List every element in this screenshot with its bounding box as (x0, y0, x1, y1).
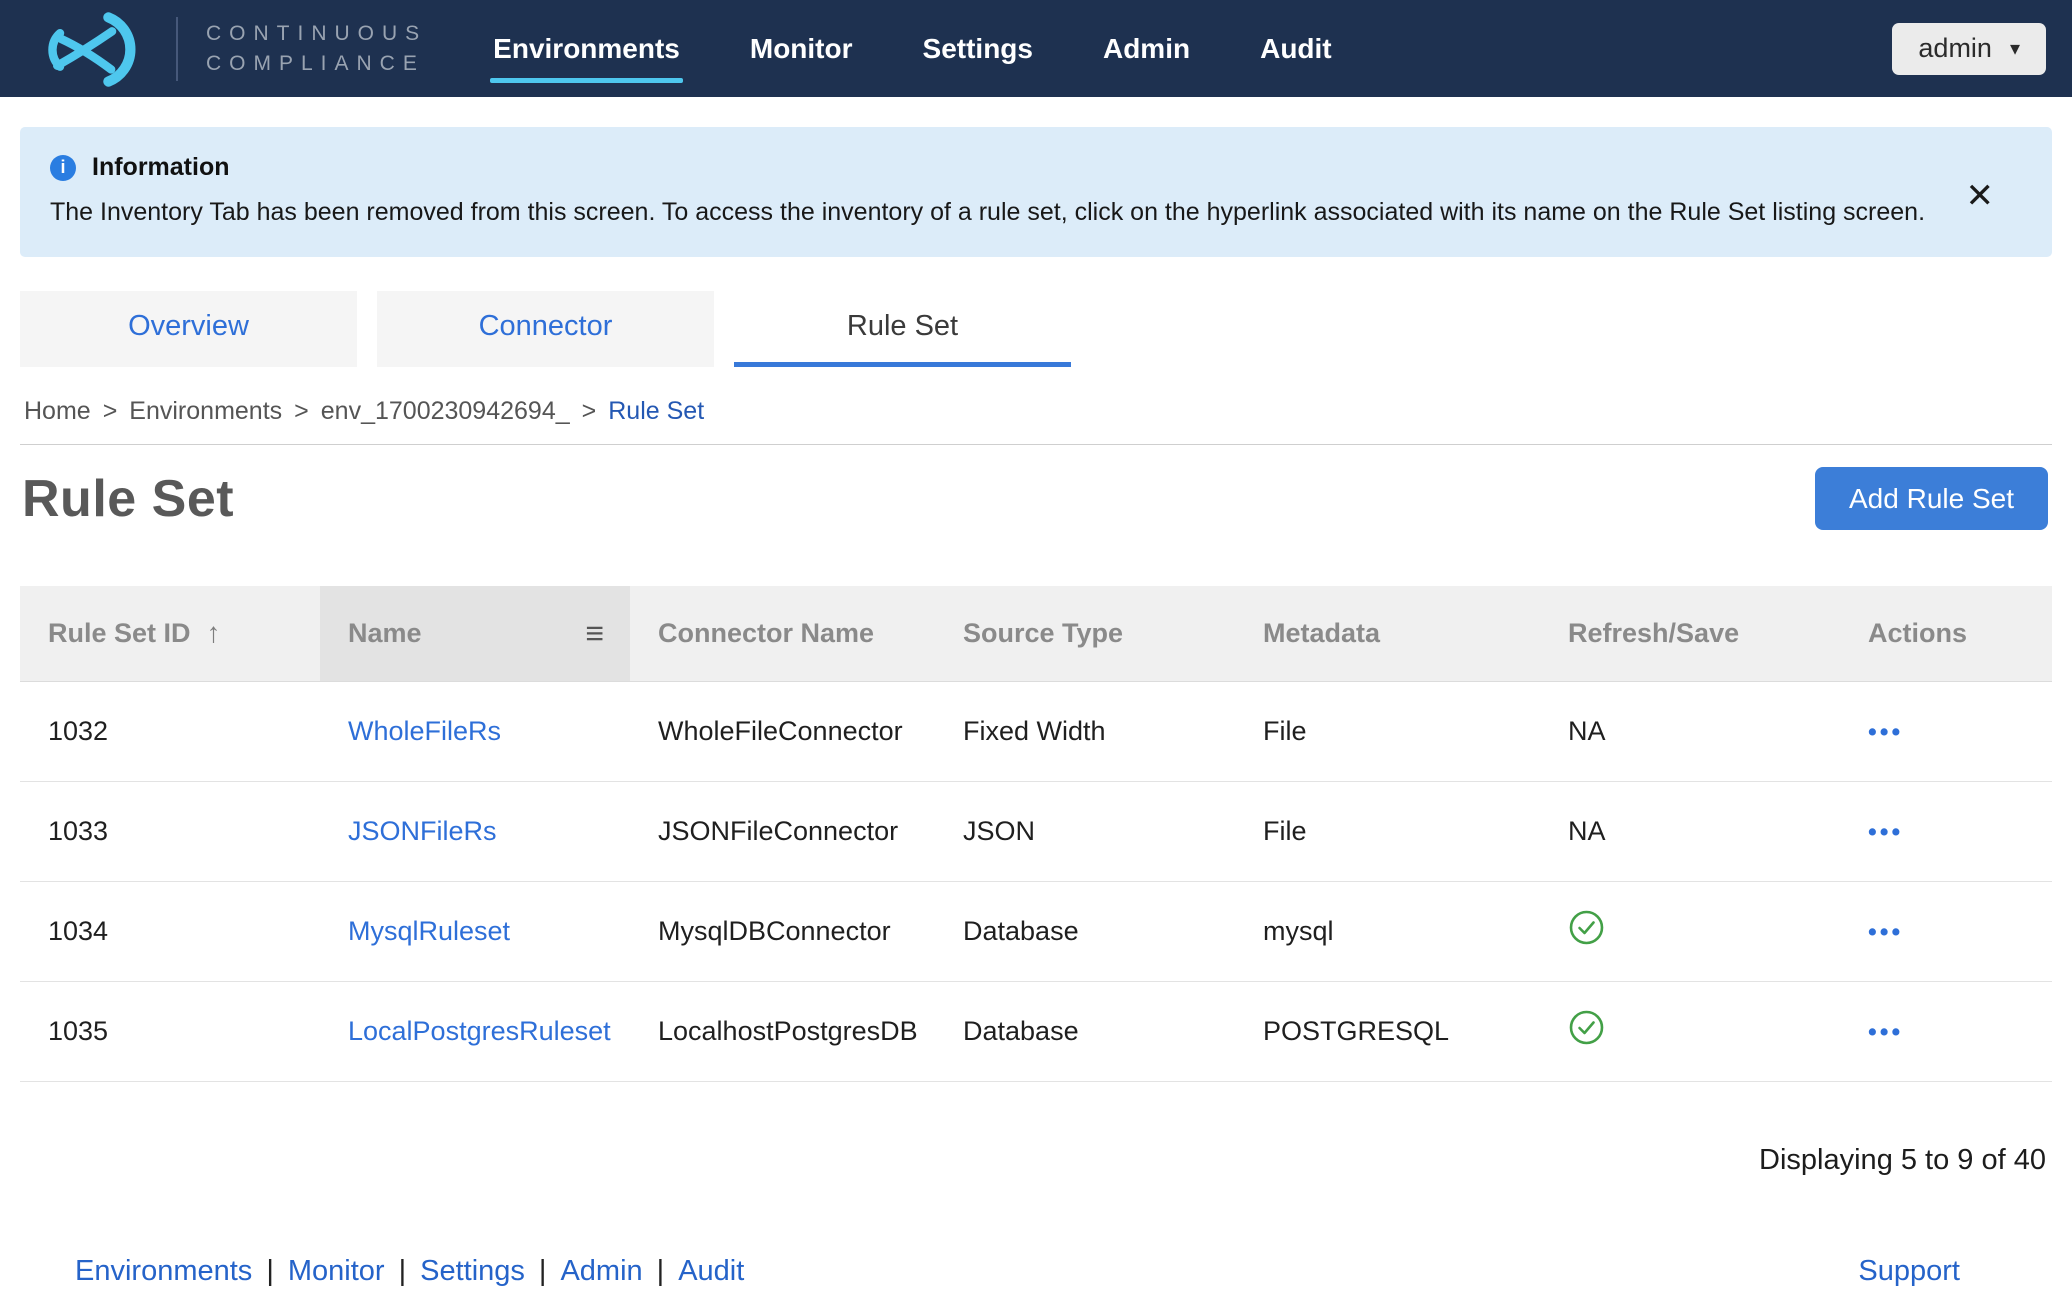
product-wordmark: CONTINUOUS COMPLIANCE (206, 19, 427, 78)
nav-item-audit[interactable]: Audit (1260, 29, 1332, 69)
user-menu-button[interactable]: admin ▾ (1892, 23, 2046, 75)
brand-divider (176, 17, 178, 81)
footer-link-monitor[interactable]: Monitor (288, 1255, 385, 1288)
user-menu-label: admin (1918, 33, 1992, 64)
environment-tabs: Overview Connector Rule Set (20, 291, 2052, 367)
row-actions-menu-icon[interactable]: ••• (1868, 918, 1903, 947)
table-row: 1035 LocalPostgresRuleset LocalhostPostg… (20, 981, 2052, 1081)
cell-connector-name: MysqlDBConnector (630, 881, 935, 981)
info-icon: i (50, 155, 76, 181)
check-circle-icon[interactable] (1568, 909, 1605, 946)
cell-source-type: JSON (935, 781, 1235, 881)
tab-rule-set[interactable]: Rule Set (734, 291, 1071, 367)
add-rule-set-button[interactable]: Add Rule Set (1815, 467, 2048, 530)
rule-set-name-link[interactable]: MysqlRuleset (348, 916, 510, 946)
footer-separator: | (399, 1255, 407, 1288)
footer-link-environments[interactable]: Environments (75, 1255, 252, 1288)
nav-item-admin[interactable]: Admin (1103, 29, 1190, 69)
table-row: 1033 JSONFileRs JSONFileConnector JSON F… (20, 781, 2052, 881)
cell-refresh-save: NA (1540, 681, 1840, 781)
breadcrumb-separator: > (103, 397, 118, 426)
support-link[interactable]: Support (1858, 1255, 1960, 1288)
table-row: 1032 WholeFileRs WholeFileConnector Fixe… (20, 681, 2052, 781)
nav-item-environments[interactable]: Environments (493, 29, 680, 69)
wordmark-line1: CONTINUOUS (206, 19, 427, 48)
cell-rule-set-id: 1034 (20, 881, 320, 981)
footer-separator: | (539, 1255, 547, 1288)
breadcrumb-separator: > (294, 397, 309, 426)
page-footer: Environments | Monitor | Settings | Admi… (0, 1255, 2072, 1288)
breadcrumb-separator: > (582, 397, 597, 426)
header-source-type[interactable]: Source Type (935, 586, 1235, 681)
header-name-label: Name (348, 618, 422, 649)
top-navbar: CONTINUOUS COMPLIANCE Environments Monit… (0, 0, 2072, 97)
breadcrumb-environments[interactable]: Environments (129, 397, 282, 426)
cell-metadata: File (1235, 681, 1540, 781)
cell-source-type: Fixed Width (935, 681, 1235, 781)
pagination-status: Displaying 5 to 9 of 40 (0, 1144, 2046, 1177)
header-connector-name[interactable]: Connector Name (630, 586, 935, 681)
cell-rule-set-id: 1033 (20, 781, 320, 881)
footer-link-audit[interactable]: Audit (678, 1255, 744, 1288)
rule-set-name-link[interactable]: JSONFileRs (348, 816, 497, 846)
cell-rule-set-id: 1035 (20, 981, 320, 1081)
header-metadata[interactable]: Metadata (1235, 586, 1540, 681)
row-actions-menu-icon[interactable]: ••• (1868, 1018, 1903, 1047)
tab-connector[interactable]: Connector (377, 291, 714, 367)
row-actions-menu-icon[interactable]: ••• (1868, 818, 1903, 847)
cell-refresh-save: NA (1540, 781, 1840, 881)
page-title: Rule Set (22, 469, 234, 529)
delphix-logo-icon (26, 9, 148, 89)
header-actions: Actions (1840, 586, 2052, 681)
cell-source-type: Database (935, 981, 1235, 1081)
header-rule-set-id[interactable]: Rule Set ID ↑ (20, 586, 320, 681)
brand-area: CONTINUOUS COMPLIANCE (26, 9, 427, 89)
cell-metadata: mysql (1235, 881, 1540, 981)
caret-down-icon: ▾ (2010, 36, 2020, 61)
footer-separator: | (266, 1255, 274, 1288)
cell-connector-name: LocalhostPostgresDB (630, 981, 935, 1081)
check-circle-icon[interactable] (1568, 1009, 1605, 1046)
breadcrumb-rule-set[interactable]: Rule Set (608, 397, 704, 426)
rule-set-table: Rule Set ID ↑ Name ≡ Connector Name Sour… (20, 586, 2052, 1082)
nav-item-monitor[interactable]: Monitor (750, 29, 853, 69)
cell-source-type: Database (935, 881, 1235, 981)
table-header-row: Rule Set ID ↑ Name ≡ Connector Name Sour… (20, 586, 2052, 681)
close-icon[interactable]: ✕ (1966, 179, 1995, 213)
page-header-row: Rule Set Add Rule Set (22, 467, 2048, 530)
banner-title: Information (92, 153, 230, 182)
main-navigation: Environments Monitor Settings Admin Audi… (493, 29, 1331, 69)
footer-link-settings[interactable]: Settings (420, 1255, 525, 1288)
nav-item-settings[interactable]: Settings (923, 29, 1033, 69)
table-row: 1034 MysqlRuleset MysqlDBConnector Datab… (20, 881, 2052, 981)
rule-set-name-link[interactable]: WholeFileRs (348, 716, 501, 746)
breadcrumb-environment-name[interactable]: env_1700230942694_ (321, 397, 570, 426)
cell-connector-name: WholeFileConnector (630, 681, 935, 781)
breadcrumb: Home > Environments > env_1700230942694_… (20, 397, 2052, 445)
column-menu-icon[interactable]: ≡ (585, 615, 604, 652)
breadcrumb-home[interactable]: Home (24, 397, 91, 426)
cell-metadata: POSTGRESQL (1235, 981, 1540, 1081)
cell-connector-name: JSONFileConnector (630, 781, 935, 881)
footer-links: Environments | Monitor | Settings | Admi… (75, 1255, 744, 1288)
banner-message: The Inventory Tab has been removed from … (50, 198, 1962, 227)
wordmark-line2: COMPLIANCE (206, 49, 427, 78)
footer-separator: | (657, 1255, 665, 1288)
cell-metadata: File (1235, 781, 1540, 881)
banner-title-row: i Information (50, 153, 1962, 182)
header-rule-set-id-label: Rule Set ID (48, 618, 191, 649)
information-banner: i Information The Inventory Tab has been… (20, 127, 2052, 257)
tab-overview[interactable]: Overview (20, 291, 357, 367)
sort-ascending-icon[interactable]: ↑ (207, 617, 221, 649)
footer-link-admin[interactable]: Admin (560, 1255, 642, 1288)
rule-set-name-link[interactable]: LocalPostgresRuleset (348, 1016, 611, 1046)
cell-rule-set-id: 1032 (20, 681, 320, 781)
header-refresh-save[interactable]: Refresh/Save (1540, 586, 1840, 681)
row-actions-menu-icon[interactable]: ••• (1868, 718, 1903, 747)
header-name[interactable]: Name ≡ (320, 586, 630, 681)
